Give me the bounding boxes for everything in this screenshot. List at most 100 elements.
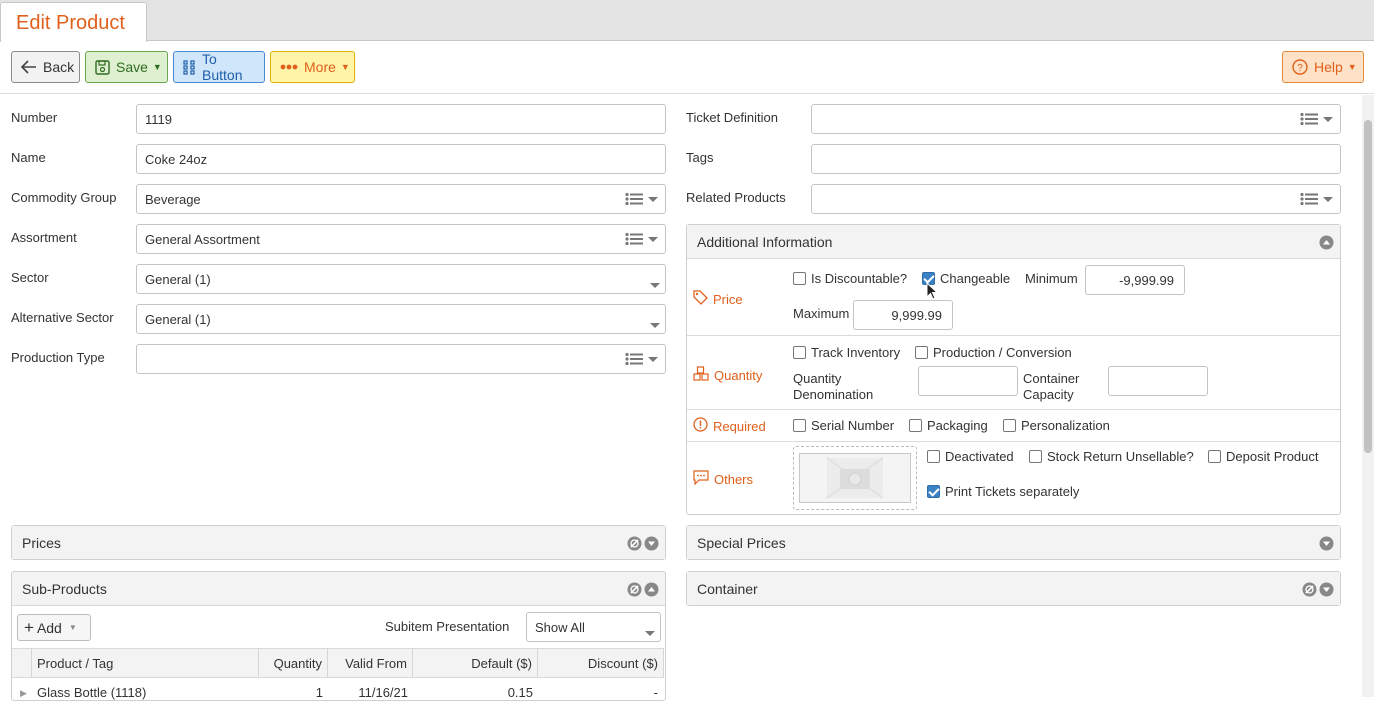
expand-row-icon[interactable]: ▶ <box>20 688 27 699</box>
more-button[interactable]: More ▼ <box>270 51 355 83</box>
is-discountable-label: Is Discountable? <box>811 271 908 286</box>
no-entry-icon[interactable] <box>627 582 642 600</box>
back-button[interactable]: Back <box>11 51 80 83</box>
alternative-sector-select[interactable]: General (1) <box>136 304 666 334</box>
row-default: 0.15 <box>507 685 533 700</box>
print-tickets-checkbox[interactable]: Print Tickets separately <box>927 484 1079 499</box>
production-conversion-checkbox[interactable]: Production / Conversion <box>915 345 1072 360</box>
personalization-label: Personalization <box>1021 418 1110 433</box>
price-label: Price <box>713 291 743 307</box>
number-value: 1119 <box>145 111 172 127</box>
stock-return-checkbox[interactable]: Stock Return Unsellable? <box>1029 449 1194 464</box>
assortment-field[interactable]: General Assortment <box>136 224 666 254</box>
deposit-product-checkbox[interactable]: Deposit Product <box>1208 449 1319 464</box>
subitem-presentation-value: Show All <box>535 619 585 635</box>
quantity-label: Quantity <box>714 367 763 383</box>
prices-header[interactable]: Prices <box>12 526 665 559</box>
maximum-input[interactable]: 9,999.99 <box>853 300 953 330</box>
deactivated-checkbox[interactable]: Deactivated <box>927 449 1014 464</box>
container-capacity-input[interactable] <box>1108 366 1208 396</box>
track-inventory-checkbox[interactable]: Track Inventory <box>793 345 900 360</box>
vertical-scrollbar[interactable] <box>1362 95 1374 697</box>
stock-return-label: Stock Return Unsellable? <box>1047 449 1194 464</box>
no-entry-icon[interactable] <box>1302 582 1317 600</box>
checkbox-box[interactable] <box>909 419 922 432</box>
special-prices-panel: Special Prices <box>686 525 1341 560</box>
name-input[interactable]: Coke 24oz <box>136 144 666 174</box>
chevron-down-icon <box>649 317 661 332</box>
price-row: Price Is Discountable? Changeable Minimu… <box>687 260 1340 336</box>
column-label: Discount ($) <box>587 656 658 671</box>
sub-products-header[interactable]: Sub-Products <box>12 572 665 606</box>
print-tickets-label: Print Tickets separately <box>945 484 1080 499</box>
list-dropdown-icon[interactable] <box>625 352 661 366</box>
related-products-field[interactable] <box>811 184 1341 214</box>
packaging-label: Packaging <box>927 418 988 433</box>
container-capacity-line-1: Container <box>1023 371 1080 386</box>
tab-edit-product[interactable]: Edit Product <box>0 2 147 42</box>
image-drop-zone[interactable] <box>793 446 917 510</box>
container-capacity-line-2: Capacity <box>1023 387 1074 402</box>
production-type-field[interactable] <box>136 344 666 374</box>
ticket-definition-field[interactable] <box>811 104 1341 134</box>
checkbox-box[interactable] <box>793 419 806 432</box>
number-label: Number <box>11 110 58 125</box>
save-button[interactable]: Save ▼ <box>85 51 168 83</box>
sub-products-controls <box>627 582 659 600</box>
sector-select[interactable]: General (1) <box>136 264 666 294</box>
to-button-button[interactable]: To Button <box>173 51 265 83</box>
minimum-value: -9,999.99 <box>1119 272 1174 288</box>
list-dropdown-icon[interactable] <box>625 232 661 246</box>
checkbox-box[interactable] <box>1208 450 1221 463</box>
checkbox-box[interactable] <box>927 450 940 463</box>
sub-products-title: Sub-Products <box>22 581 107 597</box>
container-header[interactable]: Container <box>687 572 1340 605</box>
commodity-group-field[interactable]: Beverage <box>136 184 666 214</box>
special-prices-header[interactable]: Special Prices <box>687 526 1340 559</box>
personalization-checkbox[interactable]: Personalization <box>1003 418 1110 433</box>
expand-down-icon[interactable] <box>1319 582 1334 600</box>
help-label: Help <box>1314 59 1343 75</box>
tags-input[interactable] <box>811 144 1341 174</box>
row-discount: - <box>653 685 658 700</box>
number-input[interactable]: 1119 <box>136 104 666 134</box>
subitem-presentation-select[interactable]: Show All <box>526 612 661 642</box>
help-button[interactable]: ? Help ▼ <box>1282 51 1364 83</box>
additional-information-header[interactable]: Additional Information <box>687 225 1340 259</box>
no-entry-icon[interactable] <box>627 536 642 554</box>
list-dropdown-icon[interactable] <box>625 192 661 206</box>
checkbox-box[interactable] <box>1003 419 1016 432</box>
list-dropdown-icon[interactable] <box>1300 192 1336 206</box>
packaging-checkbox[interactable]: Packaging <box>909 418 988 433</box>
checkbox-box[interactable] <box>1029 450 1042 463</box>
quantity-denomination-input[interactable] <box>918 366 1018 396</box>
collapse-up-icon[interactable] <box>1319 235 1334 250</box>
is-discountable-checkbox[interactable]: Is Discountable? <box>793 271 907 286</box>
grid-icon <box>183 59 196 75</box>
expand-down-icon[interactable] <box>644 536 659 554</box>
expand-down-icon[interactable] <box>1319 536 1334 551</box>
row-valid-from: 11/16/21 <box>358 685 408 700</box>
minimum-input[interactable]: -9,999.99 <box>1085 265 1185 295</box>
special-prices-title: Special Prices <box>697 535 786 551</box>
column-product-tag[interactable]: Product / Tag <box>32 649 259 678</box>
serial-number-checkbox[interactable]: Serial Number <box>793 418 894 433</box>
scrollbar-thumb[interactable] <box>1364 120 1372 453</box>
column-valid-from[interactable]: Valid From <box>328 649 413 678</box>
list-dropdown-icon[interactable] <box>1300 112 1336 126</box>
caret-down-icon: ▼ <box>340 62 350 72</box>
chevron-down-icon <box>649 277 661 292</box>
checkbox-box[interactable] <box>793 272 806 285</box>
serial-number-label: Serial Number <box>811 418 895 433</box>
column-discount[interactable]: Discount ($) <box>538 649 664 678</box>
column-quantity[interactable]: Quantity <box>259 649 328 678</box>
collapse-up-icon[interactable] <box>644 582 659 600</box>
checkbox-box[interactable] <box>793 346 806 359</box>
floppy-disk-icon <box>95 59 110 75</box>
required-row: Required Serial Number Packaging Persona… <box>687 410 1340 442</box>
checkbox-box[interactable] <box>927 485 940 498</box>
column-default[interactable]: Default ($) <box>413 649 538 678</box>
row-product: Glass Bottle (1118) <box>37 685 147 700</box>
add-sub-product-button[interactable]: + Add ▼ <box>17 614 91 641</box>
checkbox-box[interactable] <box>915 346 928 359</box>
